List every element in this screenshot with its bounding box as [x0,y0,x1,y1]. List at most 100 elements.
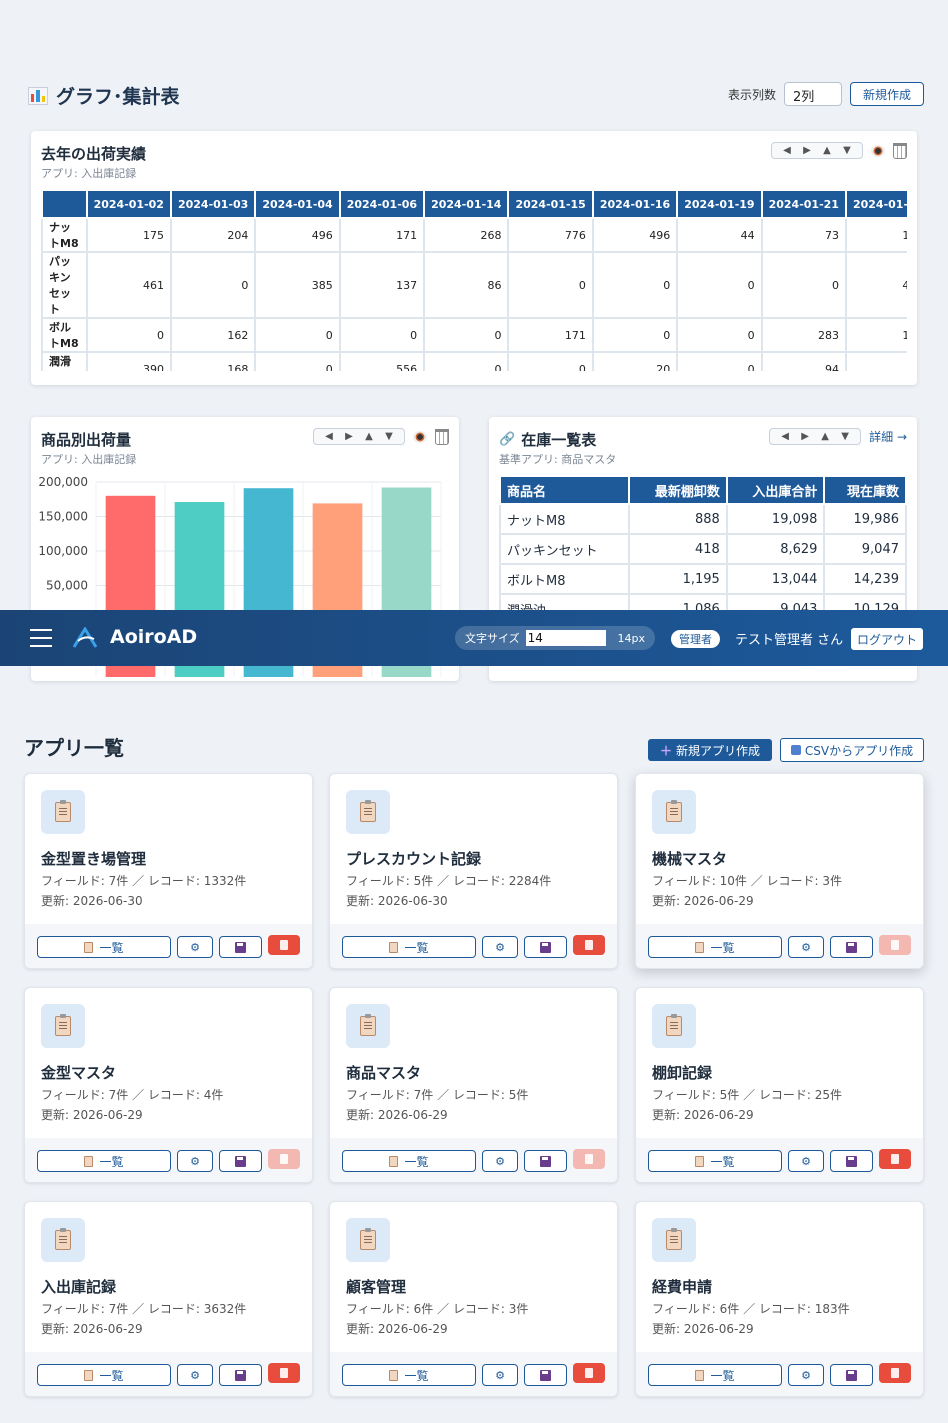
gear-icon: ⚙ [801,1154,811,1168]
app-meta: フィールド: 5件 ／ レコード: 2284件 [346,874,552,888]
app-card-footer: 一覧 ⚙ [330,1352,617,1396]
pivot-column-header: 2024-01-21 [760,189,847,219]
logout-button[interactable]: ログアウト [851,628,923,650]
app-updated: 更新: 2026-06-29 [652,1322,754,1336]
pivot-column-header: 2024-01-14 [423,189,510,219]
list-button[interactable]: 一覧 [37,936,171,958]
list-button[interactable]: 一覧 [342,1364,476,1386]
delete-button[interactable] [573,1149,605,1169]
app-meta: フィールド: 7件 ／ レコード: 1332件 [41,874,247,888]
table-cell: 102 [844,217,907,253]
list-button[interactable]: 一覧 [342,936,476,958]
app-card-footer: 一覧 ⚙ [25,1352,312,1396]
list-button[interactable]: 一覧 [342,1150,476,1172]
app-card[interactable]: 棚卸記録 フィールド: 5件 ／ レコード: 25件 更新: 2026-06-2… [635,987,924,1183]
delete-button[interactable] [573,1363,605,1383]
settings-button[interactable]: ⚙ [177,1150,213,1172]
save-button[interactable] [830,936,873,958]
table-row: ボルトM8016200017100283186 [41,317,907,353]
new-chart-button[interactable]: 新規作成 [849,82,924,106]
settings-button[interactable]: ⚙ [788,1150,824,1172]
save-button[interactable] [524,1364,567,1386]
list-button[interactable]: 一覧 [648,1150,782,1172]
save-button[interactable] [219,936,262,958]
arrow-down-icon[interactable]: ▼ [836,431,854,442]
table-cell: ナットM8 [499,503,631,535]
cols-select[interactable]: 2列 [783,82,842,106]
pivot-scroll[interactable]: 2024-01-02 2024-01-03 2024-01-04 2024-01-06… [31,131,907,371]
table-cell: 0 [507,251,594,319]
stock-column-header: 商品名 [499,475,631,505]
settings-button[interactable]: ⚙ [482,1150,518,1172]
app-updated: 更新: 2026-06-29 [346,1108,448,1122]
clipboard-icon [695,941,705,953]
arrow-left-icon[interactable]: ◀ [776,431,794,442]
table-cell: 0 [423,351,510,371]
app-card[interactable]: 入出庫記録 フィールド: 7件 ／ レコード: 3632件 更新: 2026-0… [24,1201,313,1397]
csv-app-button[interactable]: CSVからアプリ作成 [780,738,924,762]
table-cell: 162 [169,317,257,353]
detail-link[interactable]: 詳細 → [869,428,907,445]
new-app-button[interactable]: ＋ 新規アプリ作成 [648,739,772,761]
list-button[interactable]: 一覧 [37,1150,171,1172]
settings-button[interactable]: ⚙ [482,1364,518,1386]
table-cell: 0 [676,317,763,353]
row-header: 潤滑油 [41,351,88,371]
settings-button[interactable]: ⚙ [177,936,213,958]
delete-button[interactable] [879,1363,911,1383]
arrow-up-icon[interactable]: ▲ [816,431,834,442]
save-button[interactable] [524,936,567,958]
clipboard-icon [652,790,696,834]
card-title-text: 在庫一覧表 [521,431,597,449]
table-cell: 9,047 [823,533,907,565]
card-subtitle: 基準アプリ: 商品マスタ [499,453,617,466]
table-cell: 1,195 [628,563,728,595]
delete-button[interactable] [268,1363,300,1383]
stock-column-header: 入出庫合計 [725,475,826,505]
floppy-icon [235,1369,246,1381]
app-name: 顧客管理 [346,1278,407,1296]
app-card[interactable]: プレスカウント記録 フィールド: 5件 ／ レコード: 2284件 更新: 20… [329,773,618,969]
settings-button[interactable]: ⚙ [788,1364,824,1386]
settings-button[interactable]: ⚙ [482,936,518,958]
app-card[interactable]: 顧客管理 フィールド: 6件 ／ レコード: 3件 更新: 2026-06-29… [329,1201,618,1397]
delete-button[interactable] [879,935,911,955]
save-button[interactable] [219,1150,262,1172]
delete-button[interactable] [879,1149,911,1169]
stock-column-header: 最新棚卸数 [628,475,728,505]
list-button[interactable]: 一覧 [648,1364,782,1386]
save-button[interactable] [830,1364,873,1386]
table-cell: ボルトM8 [499,563,631,595]
app-card[interactable]: 商品マスタ フィールド: 7件 ／ レコード: 5件 更新: 2026-06-2… [329,987,618,1183]
app-card[interactable]: 金型置き場管理 フィールド: 7件 ／ レコード: 1332件 更新: 2026… [24,773,313,969]
list-button[interactable]: 一覧 [37,1364,171,1386]
table-cell: 0 [338,317,426,353]
table-cell: 0 [423,317,510,353]
app-name: 棚卸記録 [652,1064,713,1082]
app-card-footer: 一覧 ⚙ [636,1352,923,1396]
y-tick-label: 50,000 [46,579,88,593]
list-button[interactable]: 一覧 [648,936,782,958]
save-button[interactable] [219,1364,262,1386]
table-cell: 268 [423,217,510,253]
settings-button[interactable]: ⚙ [788,936,824,958]
app-card[interactable]: 金型マスタ フィールド: 7件 ／ レコード: 4件 更新: 2026-06-2… [24,987,313,1183]
arrow-right-icon[interactable]: ▶ [796,431,814,442]
delete-button[interactable] [268,1149,300,1169]
trash-icon [280,1154,288,1164]
table-cell: 137 [338,251,426,319]
app-card[interactable]: 機械マスタ フィールド: 10件 ／ レコード: 3件 更新: 2026-06-… [635,773,924,969]
delete-button[interactable] [268,935,300,955]
gear-icon: ⚙ [190,1154,200,1168]
hamburger-menu-icon[interactable] [30,629,52,647]
gear-icon: ⚙ [801,1368,811,1382]
clipboard-icon [652,1004,696,1048]
save-button[interactable] [524,1150,567,1172]
app-card[interactable]: 経費申請 フィールド: 6件 ／ レコード: 183件 更新: 2026-06-… [635,1201,924,1397]
font-size-input[interactable]: 14 [525,630,606,646]
save-button[interactable] [830,1150,873,1172]
settings-button[interactable]: ⚙ [177,1364,213,1386]
table-row: 潤滑油390168055600200940 [41,351,907,371]
app-card-footer: 一覧 ⚙ [25,924,312,968]
delete-button[interactable] [573,935,605,955]
